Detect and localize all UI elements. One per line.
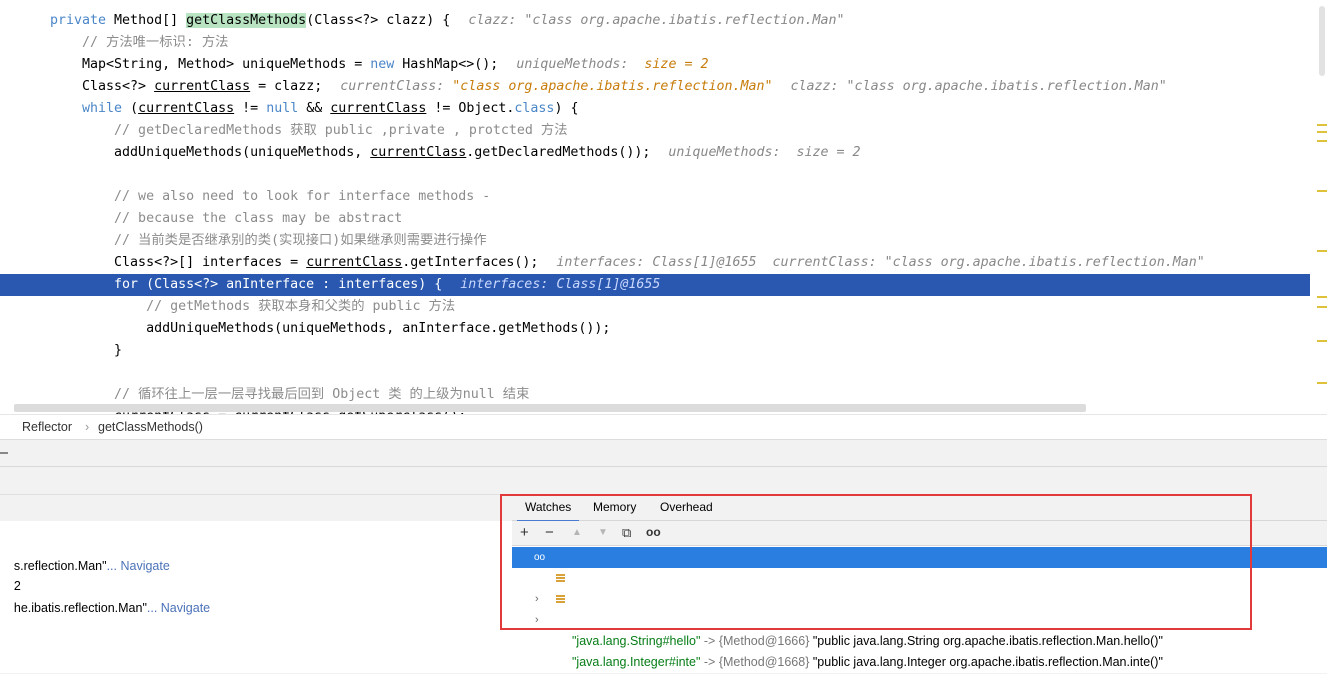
code-editor[interactable]: private Method[] getClassMethods(Class<?… [0,0,1327,414]
code-text: // we also need to look for interface me… [50,189,491,204]
watch-entry-row[interactable]: › "java.lang.String#hello" -> {Method@16… [512,568,1327,648]
code-text: for (Class<?> anInterface : interfaces) … [50,277,661,292]
code-line[interactable]: Class<?>[] interfaces = currentClass.get… [0,252,1310,274]
navigate-link[interactable]: ... Navigate [147,601,210,615]
code-text: Map<String, Method> uniqueMethods = new … [50,57,709,72]
current-execution-line[interactable]: for (Class<?> anInterface : interfaces) … [0,274,1310,296]
tab-memory[interactable]: Memory [593,500,636,514]
code-text: // 方法唯一标识: 方法 [50,35,229,50]
code-line[interactable] [0,164,1310,186]
variables-header [0,494,512,523]
tab-watches[interactable]: Watches [516,500,580,522]
code-line[interactable]: // getDeclaredMethods 获取 public ,private… [0,120,1310,142]
code-text: Class<?> currentClass = clazz; currentCla… [50,79,1167,94]
move-up-icon[interactable]: ▲ [572,527,582,538]
code-line[interactable]: } [0,340,1310,362]
code-text: // getDeclaredMethods 获取 public ,private… [50,123,568,138]
breadcrumb: Reflector › getClassMethods() [0,414,1327,439]
code-text: while (currentClass != null && currentCl… [82,101,579,116]
code-text: // 循环往上一层一层寻找最后回到 Object 类 的上级为null 结束 [50,387,530,402]
code-line[interactable]: addUniqueMethods(uniqueMethods, currentC… [0,142,1310,164]
navigate-link[interactable]: ... Navigate [107,559,170,573]
map-entry-icon [556,595,565,604]
remove-watch-icon[interactable]: − [545,524,554,541]
variables-panel[interactable]: s.reflection.Man"... Navigate 2 he.ibati… [0,521,513,673]
code-line[interactable]: addUniqueMethods(uniqueMethods, anInterf… [0,318,1310,340]
variable-row[interactable]: s.reflection.Man"... Navigate [0,545,170,587]
watch-tabs: Watches Memory Overhead [512,494,1327,522]
watches-panel[interactable]: Watches Memory Overhead + − ▲ ▼ ⧉ oo ▼ o… [512,494,1327,673]
code-text: addUniqueMethods(uniqueMethods, anInterf… [50,321,611,336]
code-text: addUniqueMethods(uniqueMethods, currentC… [50,145,861,160]
breadcrumb-method[interactable]: getClassMethods() [98,420,203,434]
minimize-icon[interactable] [0,452,8,454]
code-line[interactable]: // getMethods 获取本身和父类的 public 方法 [0,296,1310,318]
watch-toolbar: + − ▲ ▼ ⧉ oo [512,521,1327,546]
variable-row[interactable]: he.ibatis.reflection.Man"... Navigate [0,587,210,629]
code-line[interactable]: private Method[] getClassMethods(Class<?… [0,10,1310,32]
copy-icon[interactable]: ⧉ [622,525,631,541]
watch-root-row[interactable]: ▼ oo uniqueMethods = {HashMap@1654} size… [512,547,1327,627]
horizontal-scrollbar[interactable] [14,404,1086,412]
breadcrumb-separator-icon: › [85,420,90,434]
debug-toolbar-strip [0,439,1327,466]
code-text: // 当前类是否继承别的类(实现接口)如果继承则需要进行操作 [50,233,487,248]
code-line[interactable]: // 当前类是否继承别的类(实现接口)如果继承则需要进行操作 [0,230,1310,252]
error-stripe[interactable] [1315,0,1327,414]
move-down-icon[interactable]: ▼ [598,527,608,538]
code-text: // because the class may be abstract [50,211,403,226]
watch-entry-row[interactable]: › "java.lang.Integer#inte" -> {Method@16… [512,589,1327,669]
code-line[interactable]: Map<String, Method> uniqueMethods = new … [0,54,1310,76]
watch-glasses-icon: oo [534,552,546,563]
code-line[interactable]: // we also need to look for interface me… [0,186,1310,208]
code-line[interactable]: while (currentClass != null && currentCl… [0,98,1310,120]
code-text: Class<?>[] interfaces = currentClass.get… [50,255,1205,270]
add-watch-icon[interactable]: + [520,524,529,541]
map-entry-icon [556,574,565,583]
code-line[interactable] [0,362,1310,384]
code-text: private Method[] getClassMethods(Class<?… [50,13,845,28]
code-line[interactable]: Class<?> currentClass = clazz; currentCla… [0,76,1310,98]
code-text: // getMethods 获取本身和父类的 public 方法 [50,299,456,314]
code-line[interactable]: // because the class may be abstract [0,208,1310,230]
tab-overhead[interactable]: Overhead [660,500,713,514]
code-text: } [50,343,123,358]
breadcrumb-class[interactable]: Reflector [22,420,72,434]
expand-arrow-icon[interactable]: › [535,610,539,631]
code-line[interactable]: // 循环往上一层一层寻找最后回到 Object 类 的上级为null 结束 [0,384,1310,406]
glasses-icon[interactable]: oo [646,525,661,539]
code-line[interactable]: // 方法唯一标识: 方法 [0,32,1310,54]
